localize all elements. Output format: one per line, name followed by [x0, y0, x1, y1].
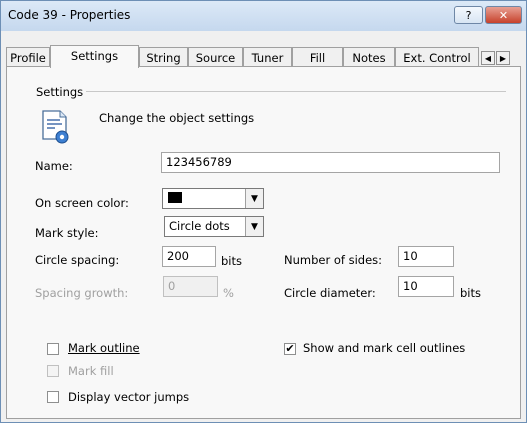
group-title: Settings — [36, 85, 84, 99]
circle-spacing-field[interactable]: 200 — [162, 246, 216, 267]
circle-diameter-unit: bits — [460, 286, 481, 300]
chevron-down-icon: ▼ — [245, 217, 263, 236]
tab-string[interactable]: String — [139, 47, 188, 67]
title-bar[interactable]: Code 39 - Properties ? ✕ — [1, 1, 526, 31]
circle-spacing-unit: bits — [221, 254, 242, 268]
close-button[interactable]: ✕ — [485, 6, 522, 24]
tab-strip: Profile Settings String Source Tuner Fil… — [1, 45, 526, 68]
tab-notes[interactable]: Notes — [343, 47, 395, 67]
on-screen-color-label: On screen color: — [35, 196, 129, 210]
tab-scroll-right-button[interactable]: ▶ — [496, 51, 510, 65]
window-title: Code 39 - Properties — [8, 8, 131, 22]
properties-dialog: Code 39 - Properties ? ✕ Profile Setting… — [0, 0, 527, 423]
name-field[interactable]: 123456789 — [161, 152, 500, 173]
tab-fill[interactable]: Fill — [292, 47, 343, 67]
number-of-sides-field[interactable]: 10 — [398, 246, 454, 267]
spacing-growth-unit: % — [223, 286, 234, 300]
chevron-down-icon: ▼ — [245, 189, 263, 208]
circle-diameter-label: Circle diameter: — [284, 286, 376, 300]
mark-fill-label: Mark fill — [68, 364, 114, 378]
name-label: Name: — [35, 159, 73, 173]
tab-tuner[interactable]: Tuner — [243, 47, 292, 67]
tab-source[interactable]: Source — [188, 47, 243, 67]
tab-profile[interactable]: Profile — [6, 47, 50, 67]
group-divider — [86, 91, 506, 92]
on-screen-color-select[interactable]: ▼ — [162, 188, 264, 209]
display-vector-jumps-label[interactable]: Display vector jumps — [68, 390, 189, 404]
mark-fill-checkbox[interactable] — [47, 365, 59, 377]
arrow-right-icon: ▶ — [499, 53, 507, 63]
tab-scroll-left-button[interactable]: ◀ — [481, 51, 495, 65]
help-button[interactable]: ? — [454, 6, 483, 24]
circle-spacing-label: Circle spacing: — [35, 253, 120, 267]
close-icon: ✕ — [498, 8, 509, 22]
document-settings-icon — [42, 110, 69, 144]
tab-settings[interactable]: Settings — [50, 45, 139, 68]
spacing-growth-field[interactable]: 0 — [163, 276, 218, 297]
checkmark-icon: ✔ — [285, 342, 295, 355]
help-icon: ? — [465, 8, 472, 22]
mark-style-value: Circle dots — [169, 219, 230, 233]
mark-style-label: Mark style: — [35, 226, 99, 240]
number-of-sides-label: Number of sides: — [284, 253, 383, 267]
color-swatch — [168, 192, 182, 203]
mark-outline-label[interactable]: Mark outline — [68, 341, 140, 355]
mark-style-select[interactable]: Circle dots ▼ — [164, 216, 264, 237]
tab-ext-control[interactable]: Ext. Control — [395, 47, 479, 67]
circle-diameter-field[interactable]: 10 — [398, 276, 454, 297]
show-cell-outlines-label[interactable]: Show and mark cell outlines — [303, 341, 465, 355]
display-vector-jumps-checkbox[interactable] — [47, 391, 59, 403]
arrow-left-icon: ◀ — [484, 53, 492, 63]
show-cell-outlines-checkbox[interactable]: ✔ — [284, 343, 296, 355]
group-subtitle: Change the object settings — [99, 111, 255, 125]
spacing-growth-label: Spacing growth: — [35, 286, 129, 300]
mark-outline-checkbox[interactable] — [47, 343, 59, 355]
